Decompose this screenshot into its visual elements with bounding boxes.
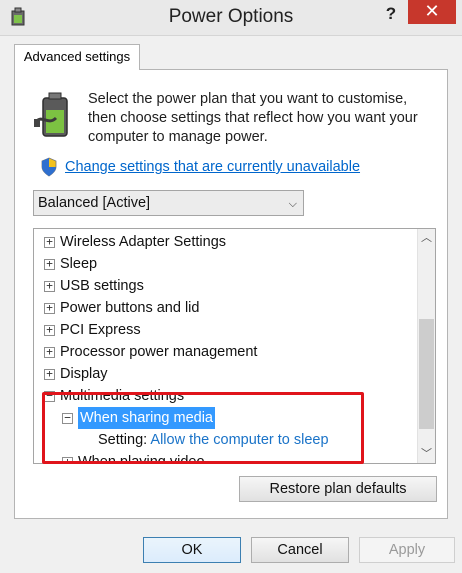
tree-item-label: PCI Express xyxy=(60,322,141,338)
description-text: Select the power plan that you want to c… xyxy=(88,91,418,145)
expand-icon[interactable]: + xyxy=(44,346,55,358)
tree-item-label: Wireless Adapter Settings xyxy=(60,234,227,250)
scroll-thumb[interactable] xyxy=(419,319,434,429)
setting-label: Setting: xyxy=(98,432,148,448)
expand-icon[interactable]: + xyxy=(44,236,55,248)
expand-icon[interactable]: + xyxy=(62,456,73,463)
tree-item-setting[interactable]: Setting: Allow the computer to sleep xyxy=(98,429,329,451)
tree-item-label-selected: When sharing media xyxy=(78,407,215,429)
tree-item-label: Multimedia settings xyxy=(60,388,185,404)
tree-item-label: USB settings xyxy=(60,278,144,294)
restore-plan-defaults-button[interactable]: Restore plan defaults xyxy=(239,476,437,502)
settings-tree[interactable]: + Wireless Adapter Settings + Sleep + US… xyxy=(33,228,436,464)
expand-icon[interactable]: + xyxy=(44,280,55,292)
expand-icon[interactable]: + xyxy=(44,258,55,270)
tree-item-label: Processor power management xyxy=(60,344,258,360)
chevron-up-icon[interactable]: ︿ xyxy=(418,229,435,247)
chevron-down-icon: ⌵ xyxy=(288,198,297,210)
collapse-icon[interactable]: − xyxy=(62,412,73,424)
tree-item-label: Display xyxy=(60,366,108,382)
close-button[interactable]: ✕ xyxy=(408,0,456,24)
apply-button[interactable]: Apply xyxy=(359,537,455,563)
collapse-icon[interactable]: − xyxy=(44,390,55,402)
tab-advanced-settings[interactable]: Advanced settings xyxy=(14,44,140,70)
tree-item-label: Sleep xyxy=(60,256,98,272)
tree-item-label: Power buttons and lid xyxy=(60,300,200,316)
expand-icon[interactable]: + xyxy=(44,324,55,336)
setting-value-link[interactable]: Allow the computer to sleep xyxy=(150,432,328,448)
power-plan-dropdown[interactable]: Balanced [Active] ⌵ xyxy=(33,190,304,216)
expand-icon[interactable]: + xyxy=(44,368,55,380)
battery-plug-icon xyxy=(34,92,68,137)
shield-icon xyxy=(41,157,57,177)
expand-icon[interactable]: + xyxy=(44,302,55,314)
tree-item-label: When playing video xyxy=(78,454,205,464)
change-settings-link[interactable]: Change settings that are currently unava… xyxy=(65,159,360,175)
chevron-down-icon[interactable]: ﹀ xyxy=(418,445,435,463)
ok-button[interactable]: OK xyxy=(143,537,241,563)
vertical-scrollbar[interactable]: ︿ ﹀ xyxy=(417,229,435,463)
cancel-button[interactable]: Cancel xyxy=(251,537,349,563)
title-bar: Power Options ? ✕ xyxy=(0,0,462,36)
power-plan-value: Balanced [Active] xyxy=(38,195,151,211)
help-button[interactable]: ? xyxy=(378,2,404,26)
